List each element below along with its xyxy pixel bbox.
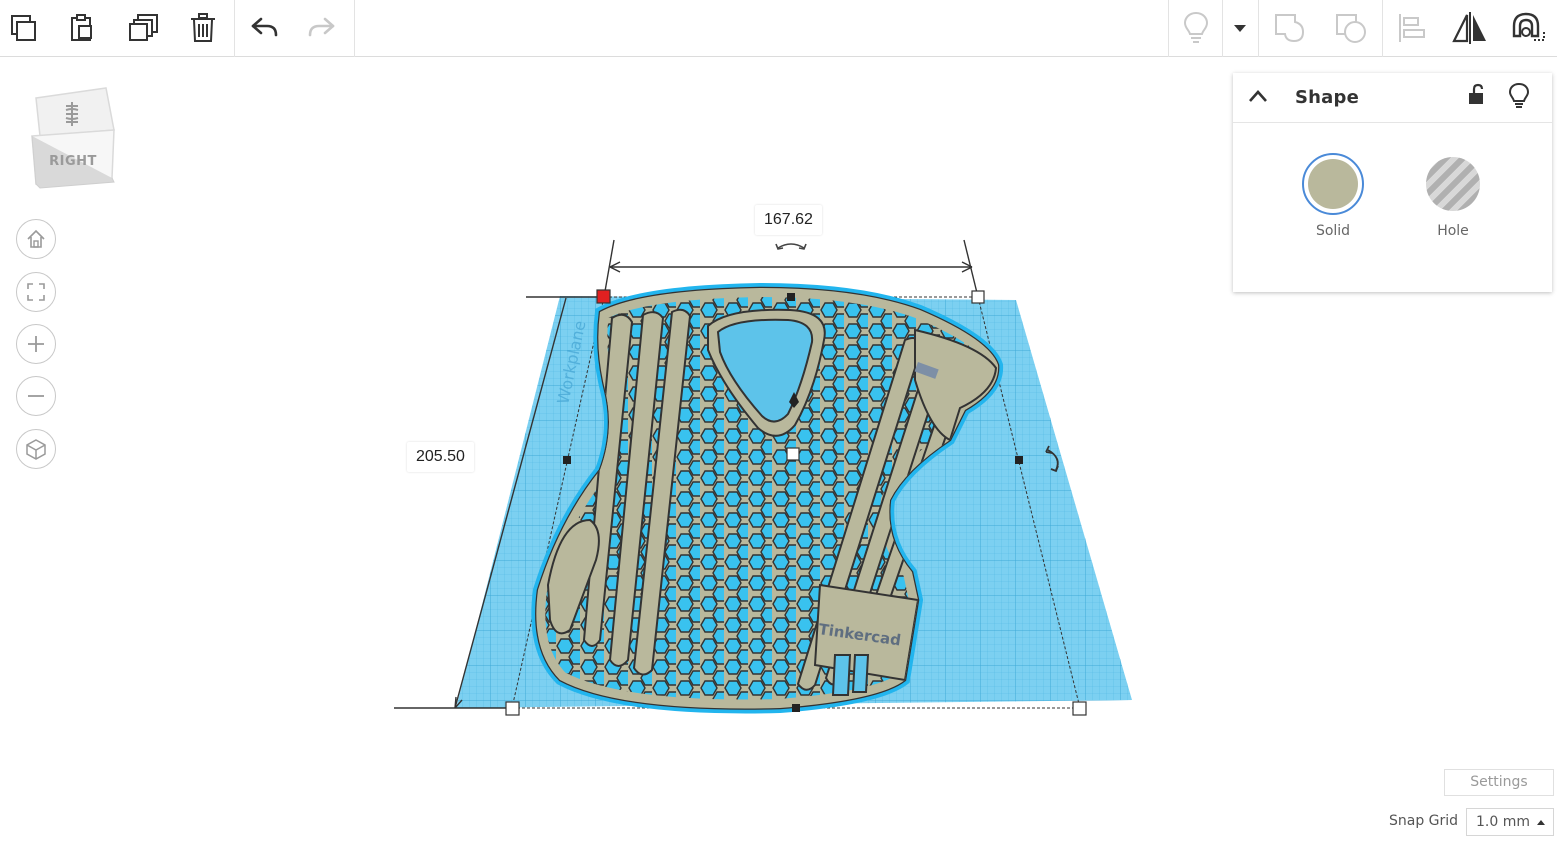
- depth-dimension-label[interactable]: 205.50: [407, 442, 474, 472]
- corner-handle: [971, 290, 985, 304]
- group-button[interactable]: [1266, 4, 1314, 52]
- light-bulb-icon: [1183, 11, 1209, 43]
- settings-button[interactable]: Settings: [1444, 769, 1554, 796]
- trash-icon: [191, 13, 215, 42]
- shape-panel-header: Shape: [1233, 73, 1552, 123]
- undo-icon: [251, 17, 278, 37]
- duplicate-icon: [129, 14, 158, 41]
- mirror-icon: [1452, 12, 1486, 44]
- width-dimension-label[interactable]: 167.62: [755, 205, 822, 235]
- solid-label: Solid: [1315, 223, 1351, 239]
- snap-grid-select[interactable]: 1.0 mm: [1466, 808, 1554, 836]
- corner-handle-selected: [596, 289, 611, 304]
- snap-grid-label: Snap Grid: [1389, 813, 1459, 829]
- shape-panel-title: Shape: [1295, 87, 1360, 108]
- dropdown-button[interactable]: [1222, 4, 1258, 52]
- copy-button[interactable]: [0, 4, 48, 52]
- copy-icon: [11, 15, 36, 41]
- undo-button[interactable]: [240, 4, 288, 52]
- redo-button[interactable]: [298, 4, 346, 52]
- hole-label: Hole: [1437, 223, 1469, 239]
- group-icon: [1275, 14, 1305, 43]
- hole-option[interactable]: Hole: [1413, 153, 1493, 239]
- shape-panel: Shape Solid Hole: [1233, 73, 1552, 292]
- solid-color-swatch[interactable]: [1302, 153, 1364, 215]
- solid-option[interactable]: Solid: [1293, 153, 1373, 239]
- magnet-icon: [1512, 12, 1545, 41]
- light-bulb-button[interactable]: [1172, 4, 1220, 52]
- edge-handle: [787, 293, 795, 301]
- magnet-button[interactable]: [1504, 4, 1552, 52]
- caret-down-icon: [1234, 25, 1246, 32]
- align-icon: [1399, 14, 1425, 42]
- ungroup-icon: [1336, 14, 1366, 43]
- corner-handle: [505, 701, 520, 716]
- rotate-handle-top[interactable]: [775, 243, 807, 250]
- main-toolbar: [0, 0, 1557, 57]
- paste-icon: [71, 14, 92, 41]
- design-workspace[interactable]: Workplane Tinkercad: [0, 57, 1230, 847]
- caret-up-icon: [1537, 820, 1545, 825]
- delete-button[interactable]: [179, 4, 227, 52]
- height-handle: [786, 447, 800, 461]
- mirror-button[interactable]: [1446, 4, 1494, 52]
- ungroup-button[interactable]: [1327, 4, 1375, 52]
- edge-handle: [792, 704, 800, 712]
- unlock-icon[interactable]: [1467, 83, 1487, 107]
- edge-handle: [1015, 456, 1023, 464]
- align-button[interactable]: [1387, 4, 1435, 52]
- corner-handle: [1072, 701, 1087, 716]
- collapse-chevron-icon[interactable]: [1248, 89, 1268, 103]
- light-bulb-icon[interactable]: [1508, 82, 1530, 109]
- paste-button[interactable]: [58, 4, 106, 52]
- redo-icon: [308, 17, 335, 37]
- snap-grid-value: 1.0 mm: [1476, 814, 1530, 830]
- duplicate-button[interactable]: [120, 4, 168, 52]
- edge-handle: [563, 456, 571, 464]
- hole-swatch[interactable]: [1426, 157, 1480, 211]
